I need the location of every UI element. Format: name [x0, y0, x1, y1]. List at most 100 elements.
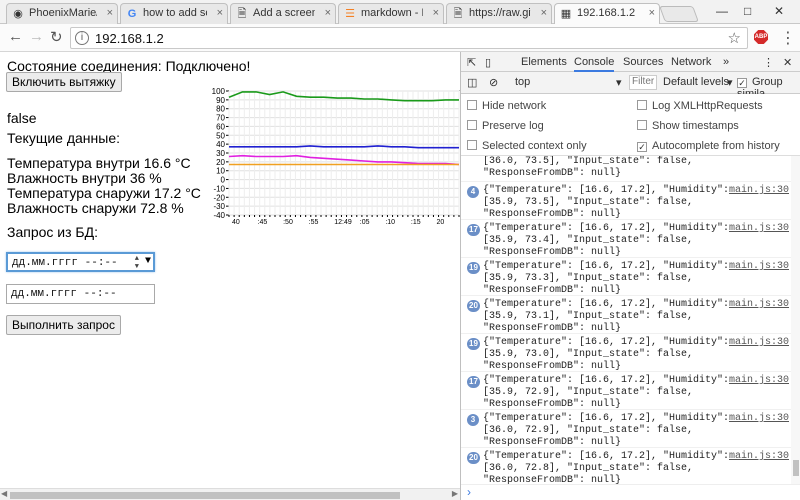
tab-sources[interactable]: Sources — [623, 56, 663, 68]
adblock-icon[interactable]: ABP — [754, 30, 768, 44]
log-message: [36.0, 73.5], "Input_state": false, "Res… — [483, 156, 694, 179]
source-link[interactable]: main.js:30 — [729, 185, 789, 196]
spinner-icon[interactable]: ▲ ▼ — [135, 255, 139, 271]
repeat-count-badge: 17 — [467, 224, 480, 236]
inspect-icon[interactable]: ⇱ — [467, 56, 476, 69]
close-icon[interactable]: × — [325, 7, 331, 19]
menu-icon[interactable]: ⋮ — [780, 28, 796, 48]
log-message: {"Temperature": [16.6, 17.2], "Humidity"… — [483, 185, 730, 220]
google-icon: G — [127, 8, 137, 20]
minimize-icon[interactable]: — — [716, 4, 728, 18]
x-tick-label: :05 — [360, 219, 370, 226]
console-log[interactable]: [36.0, 73.5], "Input_state": false, "Res… — [461, 156, 791, 484]
browser-tab[interactable]: 🗎 Add a screenshot × — [230, 3, 336, 24]
y-tick-label: 90 — [216, 96, 225, 105]
console-prompt[interactable]: › — [461, 484, 800, 500]
log-xhr-label: Log XMLHttpRequests — [652, 100, 763, 112]
devtools-panel: ⇱ ▯ Elements Console Sources Network » ⋮… — [460, 52, 800, 500]
kebab-menu-icon[interactable]: ⋮ — [763, 56, 774, 69]
address-bar[interactable]: i 192.168.1.2 ☆ — [70, 27, 748, 49]
horizontal-scrollbar[interactable]: ◀ ▶ — [0, 488, 460, 500]
info-icon[interactable]: i — [75, 31, 89, 45]
fan-toggle-button[interactable]: Включить вытяжку — [6, 72, 122, 92]
close-icon[interactable]: × — [433, 7, 439, 19]
levels-dropdown-icon[interactable]: ▾ — [727, 76, 733, 89]
close-icon[interactable]: × — [107, 7, 113, 19]
hide-network-option[interactable]: Hide network — [467, 100, 546, 112]
repeat-count-badge: 4 — [467, 186, 479, 198]
checkbox — [467, 120, 477, 130]
run-query-button[interactable]: Выполнить запрос — [6, 315, 121, 335]
close-icon[interactable]: × — [649, 7, 655, 19]
date-from-input[interactable]: дд.мм.гггг --:-- ▲ ▼ ▼ — [6, 252, 155, 272]
log-entry: 17 {"Temperature": [16.6, 17.2], "Humidit… — [461, 220, 791, 258]
source-link[interactable]: main.js:30 — [729, 299, 789, 310]
log-entry: 20 {"Temperature": [16.6, 17.2], "Humidit… — [461, 296, 791, 334]
context-select[interactable]: top — [515, 76, 530, 88]
checkbox — [637, 100, 647, 110]
tab-elements[interactable]: Elements — [521, 56, 567, 68]
y-tick-label: 40 — [216, 140, 225, 149]
source-link[interactable]: main.js:30 — [729, 261, 789, 272]
repeat-count-badge: 19 — [467, 262, 480, 274]
console-settings: Hide network Log XMLHttpRequests Preserv… — [461, 94, 800, 156]
levels-select[interactable]: Default levels — [663, 76, 729, 88]
log-xhr-option[interactable]: Log XMLHttpRequests — [637, 100, 763, 112]
close-icon[interactable]: × — [217, 7, 223, 19]
star-icon[interactable]: ☆ — [728, 29, 741, 47]
source-link[interactable]: main.js:30 — [729, 413, 789, 424]
tab-title: markdown - Ho — [361, 7, 423, 19]
log-entry: 19 {"Temperature": [16.6, 17.2], "Humidit… — [461, 258, 791, 296]
tab-network[interactable]: Network — [671, 56, 711, 68]
browser-tab-active[interactable]: ▦ 192.168.1.2 × — [554, 3, 660, 25]
scroll-left-icon[interactable]: ◀ — [1, 489, 7, 498]
autocomplete-option[interactable]: ✓ Autocomplete from history — [637, 140, 780, 152]
new-tab-button[interactable] — [659, 6, 699, 22]
reload-icon[interactable]: ↻ — [50, 28, 63, 46]
source-link[interactable]: main.js:30 — [729, 223, 789, 234]
preserve-log-option[interactable]: Preserve log — [467, 120, 544, 132]
filter-input[interactable]: Filter — [629, 75, 657, 90]
close-devtools-icon[interactable]: ✕ — [783, 56, 792, 69]
tab-console[interactable]: Console — [574, 56, 615, 72]
sidebar-toggle-icon[interactable]: ◫ — [467, 76, 477, 89]
log-entry: 20 {"Temperature": [16.6, 17.2], "Humidit… — [461, 448, 791, 484]
y-tick-label: 80 — [216, 105, 225, 114]
selected-context-option[interactable]: Selected context only — [467, 140, 587, 152]
source-link[interactable]: main.js:30 — [729, 375, 789, 386]
tab-title: Add a screenshot — [253, 7, 315, 19]
sensor-chart: 1009080706050403020100-10-20-30-4040:45:… — [212, 87, 460, 226]
show-timestamps-option[interactable]: Show timestamps — [637, 120, 739, 132]
browser-tab[interactable]: G how to add scre × — [120, 3, 228, 24]
date-to-input[interactable]: дд.мм.гггг --:-- — [6, 284, 155, 304]
prompt-chevron-icon: › — [467, 485, 471, 499]
dropdown-arrow-icon[interactable]: ▼ — [145, 256, 151, 267]
date-from-value: дд.мм.гггг --:-- — [12, 257, 118, 269]
preserve-log-label: Preserve log — [482, 120, 544, 132]
forward-icon[interactable]: → — [29, 28, 44, 45]
clear-console-icon[interactable]: ⊘ — [489, 76, 498, 89]
back-icon[interactable]: ← — [8, 28, 23, 45]
scroll-thumb[interactable] — [793, 460, 799, 476]
browser-tab[interactable]: 🗎 https://raw.githu × — [446, 3, 552, 24]
log-message: {"Temperature": [16.6, 17.2], "Humidity"… — [483, 261, 730, 296]
close-window-icon[interactable]: ✕ — [774, 4, 784, 18]
vertical-scrollbar[interactable] — [791, 156, 800, 484]
show-timestamps-label: Show timestamps — [652, 120, 739, 132]
scroll-right-icon[interactable]: ▶ — [452, 489, 458, 498]
device-toolbar-icon[interactable]: ▯ — [485, 56, 491, 69]
more-tabs-icon[interactable]: » — [723, 56, 729, 68]
close-icon[interactable]: × — [541, 7, 547, 19]
browser-toolbar: ← → ↻ i 192.168.1.2 ☆ ABP ⋮ — [0, 24, 800, 52]
y-tick-label: -30 — [213, 202, 225, 211]
source-link[interactable]: main.js:30 — [729, 337, 789, 348]
source-link[interactable]: main.js:30 — [729, 451, 789, 462]
scroll-thumb[interactable] — [10, 492, 400, 499]
context-dropdown-icon[interactable]: ▾ — [616, 76, 622, 89]
autocomplete-label: Autocomplete from history — [652, 140, 780, 152]
browser-tab[interactable]: ☰ markdown - Ho × — [338, 3, 444, 24]
browser-tab[interactable]: ◉ PhoenixMarie/es × — [6, 3, 118, 24]
maximize-icon[interactable]: □ — [744, 4, 751, 18]
url-text: 192.168.1.2 — [95, 31, 164, 46]
console-toolbar: ◫ ⊘ top ▾ Filter Default levels ▾ ✓ Group… — [461, 72, 800, 100]
